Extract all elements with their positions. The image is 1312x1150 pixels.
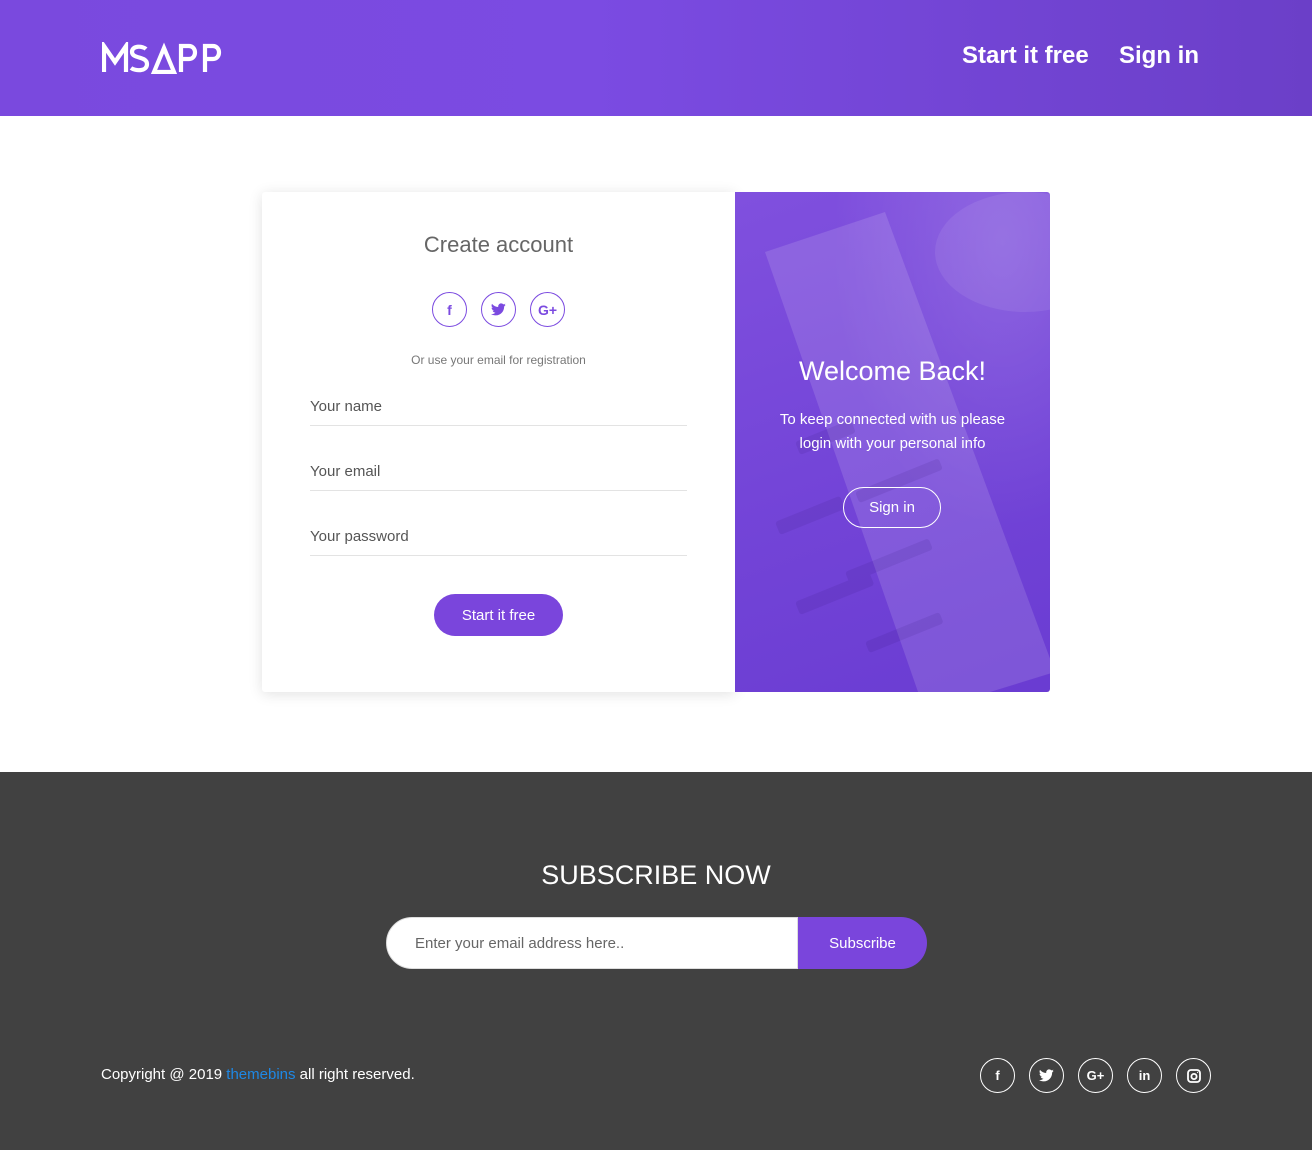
copyright-prefix: Copyright @ 2019 [101, 1066, 227, 1083]
social-login-row: f G+ [432, 292, 572, 328]
footer-instagram-icon[interactable] [1176, 1058, 1211, 1093]
google-plus-icon[interactable]: G+ [530, 292, 565, 327]
footer-linkedin-icon[interactable]: in [1127, 1058, 1162, 1093]
welcome-text: To keep connected with us please login w… [779, 411, 1006, 452]
create-account-title: Create account [423, 232, 574, 257]
site-footer: SUBSCRIBE NOW Subscribe Copyright @ 2019… [0, 772, 1312, 1150]
facebook-icon[interactable]: f [432, 292, 467, 327]
copyright-suffix: all right reserved. [295, 1066, 415, 1083]
name-field[interactable] [310, 388, 687, 426]
themebins-link[interactable]: themebins [226, 1066, 295, 1083]
email-field[interactable] [310, 453, 687, 491]
twitter-icon[interactable] [481, 292, 516, 327]
start-it-free-button[interactable]: Start it free [434, 594, 563, 636]
footer-facebook-icon[interactable]: f [980, 1058, 1015, 1093]
sign-in-button[interactable]: Sign in [843, 487, 941, 528]
footer-google-plus-icon[interactable]: G+ [1078, 1058, 1113, 1093]
nav-sign-in-link[interactable]: Sign in [1119, 42, 1199, 70]
register-panel: Create account f G+ Or use your email fo… [262, 192, 735, 692]
msapp-logo[interactable] [102, 42, 244, 74]
subscribe-button[interactable]: Subscribe [798, 917, 927, 969]
footer-twitter-icon[interactable] [1029, 1058, 1064, 1093]
copyright-text: Copyright @ 2019 themebins all right res… [101, 1066, 415, 1083]
subscribe-email-input[interactable] [386, 917, 798, 969]
welcome-panel: Welcome Back! To keep connected with us … [735, 192, 1050, 692]
registration-hint: Or use your email for registration [411, 353, 586, 367]
nav-start-free-link[interactable]: Start it free [962, 42, 1089, 70]
welcome-title: Welcome Back! [798, 356, 987, 386]
subscribe-heading: SUBSCRIBE NOW [541, 860, 771, 890]
password-field[interactable] [310, 518, 687, 556]
site-header: Start it free Sign in [0, 0, 1312, 116]
